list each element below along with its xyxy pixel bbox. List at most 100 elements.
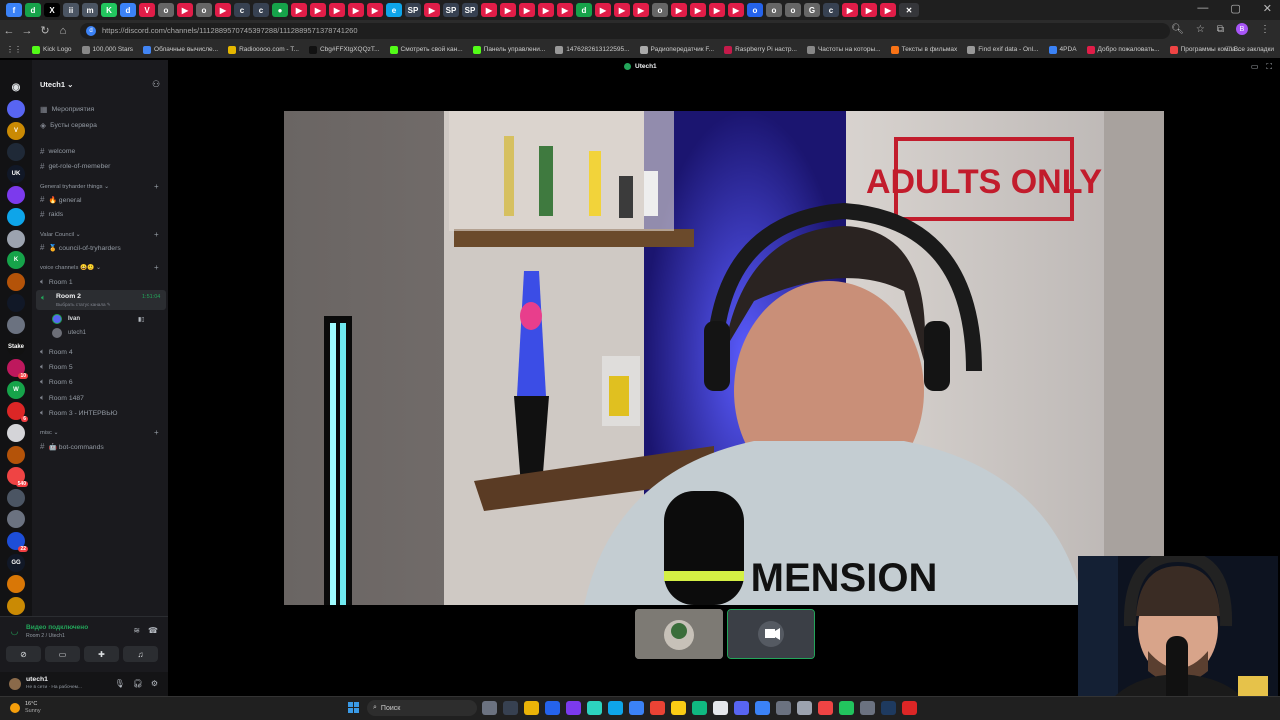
url-field[interactable]: d https://discord.com/channels/111288957… [80, 22, 1170, 39]
soundboard-button[interactable]: ♫ [123, 646, 158, 662]
server-icon[interactable] [7, 510, 25, 529]
server-icon[interactable]: GG [7, 553, 25, 572]
disconnect-icon[interactable]: ☎ [148, 626, 158, 635]
browser-tab[interactable]: ▶ [709, 3, 725, 17]
browser-tab[interactable]: ▶ [424, 3, 440, 17]
voice-room-3-interview[interactable]: 🔈︎ Room 3 - ИНТЕРВЬЮ [40, 408, 118, 418]
taskbar-app-icon[interactable] [881, 701, 896, 715]
site-info-icon[interactable]: d [86, 25, 96, 36]
bookmark-item[interactable]: Тексты в фильмах [890, 45, 957, 54]
profile-avatar[interactable]: B [1236, 23, 1248, 35]
add-channel-icon[interactable]: + [154, 428, 159, 437]
browser-tab[interactable]: ▶ [310, 3, 326, 17]
browser-tab[interactable]: ▶ [842, 3, 858, 17]
taskbar-app-icon[interactable] [650, 701, 665, 715]
add-channel-icon[interactable]: + [154, 263, 159, 272]
taskbar-search[interactable]: ⌕ Поиск [367, 700, 477, 716]
browser-tab[interactable]: o [652, 3, 668, 17]
bookmark-item[interactable]: Добро пожаловать... [1086, 45, 1160, 54]
bookmark-item[interactable]: Raspberry Pi настр... [724, 45, 797, 54]
browser-tab[interactable]: ▶ [861, 3, 877, 17]
browser-tab[interactable]: o [158, 3, 174, 17]
browser-tab[interactable]: ● [272, 3, 288, 17]
server-icon[interactable]: 540 [7, 467, 28, 488]
user-name[interactable]: utech1 [26, 676, 48, 683]
server-icon[interactable]: K [7, 251, 25, 270]
browser-tab[interactable]: ▶ [880, 3, 896, 17]
server-icon[interactable] [7, 143, 25, 162]
bookmark-item[interactable]: 4PDA [1048, 45, 1077, 54]
activities-button[interactable]: ✚ [84, 646, 119, 662]
maximize-icon[interactable]: ▢ [1230, 2, 1240, 15]
server-icon[interactable]: 22 [7, 532, 28, 552]
server-icon[interactable] [7, 186, 25, 205]
browser-tab[interactable]: ▶ [481, 3, 497, 17]
participant-thumbnail-utech1[interactable] [727, 609, 815, 659]
browser-tab[interactable]: d [120, 3, 136, 17]
events-item[interactable]: ▦ Мероприятия [40, 105, 94, 114]
taskbar-app-icon[interactable] [629, 701, 644, 715]
taskbar-app-icon[interactable] [797, 701, 812, 715]
browser-tab[interactable]: ▶ [367, 3, 383, 17]
bookmark-item[interactable]: Частоты на которы... [806, 45, 881, 54]
fullscreen-icon[interactable]: ⛶ [1266, 62, 1272, 72]
room-status-text[interactable]: Выбрать статус канала ✎ [56, 302, 111, 308]
browser-tab[interactable]: V [139, 3, 155, 17]
server-icon[interactable] [7, 294, 25, 313]
category-general[interactable]: General tryharder things ⌄ [40, 184, 109, 190]
voice-room-1[interactable]: 🔈︎ Room 1 [40, 277, 73, 287]
close-icon[interactable]: ✕ [1263, 2, 1272, 15]
browser-tab[interactable]: ▶ [519, 3, 535, 17]
server-icon[interactable]: W [7, 380, 25, 399]
category-voice-channels[interactable]: voice channels 😀🙂 ⌄ [40, 265, 101, 271]
taskbar-app-icon[interactable] [608, 701, 623, 715]
bookmark-item[interactable]: 100,000 Stars [81, 45, 133, 54]
settings-gear-icon[interactable]: ⚙ [151, 679, 158, 688]
bookmark-item[interactable]: Облачные вычисле... [143, 45, 218, 54]
browser-tab[interactable]: ▶ [291, 3, 307, 17]
browser-tab[interactable]: ▶ [595, 3, 611, 17]
taskbar-app-icon[interactable] [755, 701, 770, 715]
server-icon[interactable] [7, 488, 25, 507]
server-icon[interactable] [7, 229, 25, 248]
home-icon[interactable]: ⌂ [54, 25, 72, 37]
browser-tab[interactable]: ▶ [500, 3, 516, 17]
boosts-item[interactable]: ◈ Бусты сервера [40, 121, 97, 130]
voice-room-1487[interactable]: 🔈︎ Room 1487 [40, 393, 84, 403]
add-channel-icon[interactable]: + [154, 230, 159, 239]
browser-tab[interactable]: d [576, 3, 592, 17]
channel-raids[interactable]: # raids [40, 210, 63, 219]
browser-tab-active[interactable]: ✕ [899, 3, 919, 17]
browser-tab[interactable]: o [766, 3, 782, 17]
headphones-icon[interactable]: 🎧︎ [133, 679, 143, 688]
server-icon[interactable] [7, 272, 25, 291]
channel-welcome[interactable]: # welcome [40, 147, 75, 156]
zoom-icon[interactable]: 🔍︎ [1171, 24, 1184, 35]
server-icon[interactable] [7, 596, 25, 615]
server-icon[interactable] [7, 445, 25, 464]
taskbar-app-icon[interactable] [545, 701, 560, 715]
bookmark-star-icon[interactable]: ☆ [1196, 24, 1205, 35]
browser-tab[interactable]: X [44, 3, 60, 17]
discord-home-icon[interactable]: ◉ [7, 78, 25, 96]
bookmark-item[interactable]: 1476282613122595... [555, 45, 630, 54]
browser-tab[interactable]: K [101, 3, 117, 17]
voice-location[interactable]: Room 2 / Utech1 [26, 633, 65, 639]
server-icon[interactable]: Stake [7, 337, 25, 356]
chat-icon[interactable]: ▭ [1251, 62, 1259, 72]
weather-widget[interactable]: 16°C Sunny [10, 701, 41, 715]
bookmark-item[interactable]: Панель управлени... [472, 45, 545, 54]
category-valar-council[interactable]: Valar Council ⌄ [40, 232, 81, 238]
avatar[interactable] [9, 678, 21, 690]
bookmark-item[interactable]: Radiooooo.com - T... [228, 45, 299, 54]
browser-tab[interactable]: ▶ [614, 3, 630, 17]
reload-icon[interactable]: ↻ [36, 24, 54, 37]
menu-icon[interactable]: ⋮ [1260, 24, 1270, 35]
voice-user-utech1[interactable]: utech1 [52, 328, 86, 338]
server-icon[interactable]: V [7, 121, 25, 140]
camera-off-button[interactable]: ⊘ [6, 646, 41, 662]
taskbar-app-icon[interactable] [902, 701, 917, 715]
back-icon[interactable]: ← [0, 25, 18, 37]
browser-tab[interactable]: ii [63, 3, 79, 17]
server-icon[interactable] [7, 208, 25, 226]
